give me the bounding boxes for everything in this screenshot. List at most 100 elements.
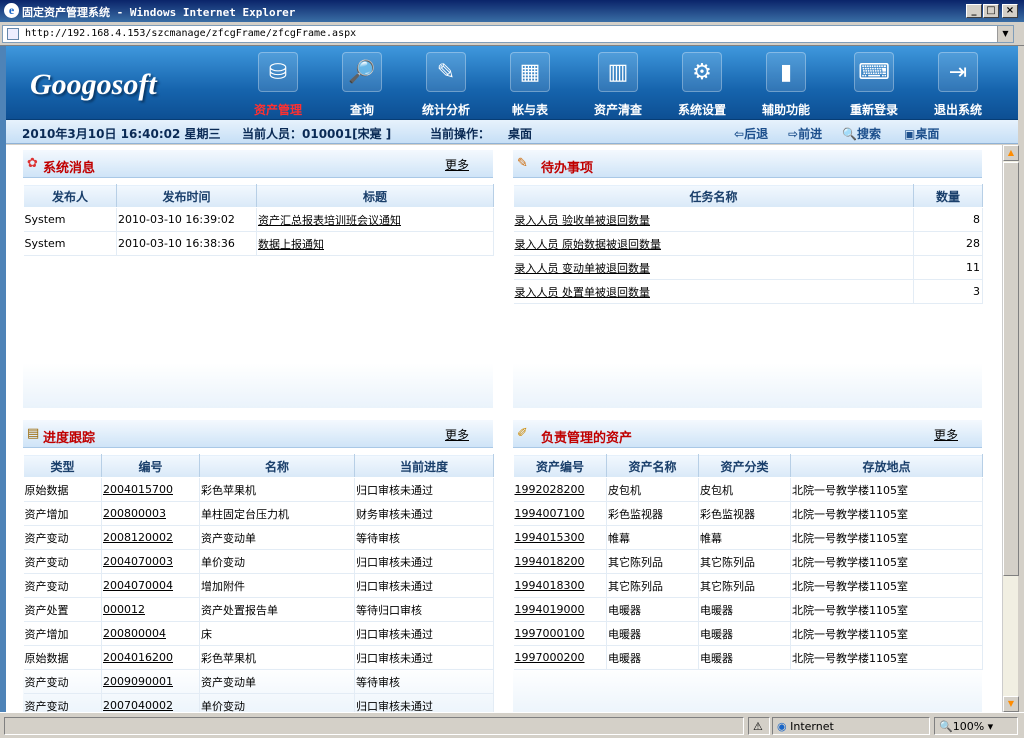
address-dropdown-icon[interactable]: ▼ [997, 26, 1013, 42]
nav-item-6[interactable]: ▮ 辅助功能 [746, 52, 826, 118]
vertical-scrollbar[interactable]: ▲ ▼ [1002, 145, 1019, 712]
zoom-level: 100% [952, 720, 985, 733]
assets-table: 资产编号 资产名称 资产分类 存放地点 1992028200 皮包机 皮包机 北院一号教学楼1… [513, 454, 983, 670]
todo-panel: ✎ 待办事项 任务名称 数量 录入人员 验收单被退回数量 8 录入人员 原始数据被退回数… [513, 150, 983, 408]
row-link[interactable]: 2004015700 [103, 483, 173, 496]
row-link[interactable]: 录入人员 变动单被退回数量 [515, 262, 651, 275]
table-cell: 1994019000 [513, 597, 607, 622]
assets-more-link[interactable]: 更多 [934, 426, 958, 443]
security-icon: ⚠ [748, 717, 770, 735]
back-button[interactable]: ⇦后退 [734, 125, 768, 142]
assets-icon: ⛁ [258, 52, 298, 92]
nav-label: 帐与表 [511, 103, 548, 117]
nav-item-7[interactable]: ⌨ 重新登录 [834, 52, 914, 118]
search-button[interactable]: 🔍搜索 [842, 125, 881, 142]
row-link[interactable]: 2007040002 [103, 699, 173, 712]
table-cell: 彩色监视器 [606, 501, 699, 526]
zone-cell: ◉ Internet [772, 717, 930, 735]
nav-item-1[interactable]: 🔎 查询 [322, 52, 402, 118]
row-link[interactable]: 1994018300 [515, 579, 585, 592]
nav-item-3[interactable]: ▦ 帐与表 [490, 52, 570, 118]
row-link[interactable]: 录入人员 处置单被退回数量 [515, 286, 651, 299]
scroll-down-icon[interactable]: ▼ [1003, 696, 1019, 712]
column-header: 名称 [199, 454, 355, 478]
progress-more-link[interactable]: 更多 [445, 426, 469, 443]
table-cell: 28 [913, 231, 983, 256]
table-row: 录入人员 处置单被退回数量 3 [513, 279, 983, 304]
row-link[interactable]: 数据上报通知 [258, 238, 324, 251]
row-link[interactable]: 1994019000 [515, 603, 585, 616]
column-header: 数量 [913, 184, 983, 208]
row-link[interactable]: 2004016200 [103, 651, 173, 664]
row-link[interactable]: 200800004 [103, 627, 166, 640]
content-area: ✿ 系统消息 更多 发布人 发布时间 标题 System 2010-03-10 16:3… [6, 145, 1002, 712]
table-cell: 增加附件 [199, 573, 355, 598]
forward-button[interactable]: ⇨前进 [788, 125, 822, 142]
table-cell: 录入人员 验收单被退回数量 [513, 207, 914, 232]
table-cell: 北院一号教学楼1105室 [790, 645, 983, 670]
nav-item-2[interactable]: ✎ 统计分析 [406, 52, 486, 118]
table-cell: 电暖器 [698, 621, 791, 646]
nav-item-0[interactable]: ⛁ 资产管理 [238, 52, 318, 118]
nav-label: 统计分析 [421, 103, 470, 117]
maximize-button[interactable]: □ [983, 4, 999, 18]
column-header: 资产编号 [513, 454, 607, 478]
row-link[interactable]: 200800003 [103, 507, 166, 520]
row-link[interactable]: 2004070003 [103, 555, 173, 568]
exit-icon: ⇥ [938, 52, 978, 92]
row-link[interactable]: 资产汇总报表培训班会议通知 [258, 214, 401, 227]
column-header: 标题 [256, 184, 494, 208]
scroll-thumb[interactable] [1003, 162, 1019, 576]
desktop-icon: ▣ [904, 127, 916, 141]
row-link[interactable]: 1994007100 [515, 507, 585, 520]
table-cell: 资产处置报告单 [199, 597, 355, 622]
row-link[interactable]: 1994018200 [515, 555, 585, 568]
zoom-icon: 🔍 [939, 720, 953, 733]
row-link[interactable]: 2009090001 [103, 675, 173, 688]
table-row: 资产变动 2008120002 资产变动单 等待审核 [23, 525, 494, 550]
row-link[interactable]: 000012 [103, 603, 145, 616]
table-cell: 资产变动单 [199, 525, 355, 550]
row-link[interactable]: 1997000200 [515, 651, 585, 664]
table-cell: 1994018300 [513, 573, 607, 598]
table-cell: 彩色苹果机 [199, 645, 355, 670]
row-link[interactable]: 1997000100 [515, 627, 585, 640]
table-cell: 原始数据 [23, 477, 102, 502]
todo-title: 待办事项 [541, 161, 594, 176]
minimize-button[interactable]: _ [966, 4, 982, 18]
zoom-control[interactable]: 🔍100% ▾ [934, 717, 1018, 735]
table-cell: 床 [199, 621, 355, 646]
assets-title: 负责管理的资产 [541, 431, 633, 446]
address-input[interactable]: http://192.168.4.153/szcmanage/zfcgFrame… [2, 25, 1014, 43]
assets-panel-icon: ✐ [517, 426, 528, 441]
row-link[interactable]: 2008120002 [103, 531, 173, 544]
row-link[interactable]: 1994015300 [515, 531, 585, 544]
row-link[interactable]: 录入人员 验收单被退回数量 [515, 214, 651, 227]
table-cell: 2004016200 [101, 645, 200, 670]
nav-label: 辅助功能 [761, 103, 810, 117]
table-cell: 2008120002 [101, 525, 200, 550]
table-cell: 归口审核未通过 [354, 645, 494, 670]
row-link[interactable]: 录入人员 原始数据被退回数量 [515, 238, 662, 251]
table-cell: System [23, 207, 117, 232]
window-title: 固定资产管理系统 - Windows Internet Explorer [22, 6, 296, 19]
nav-item-8[interactable]: ⇥ 退出系统 [918, 52, 998, 118]
row-link[interactable]: 2004070004 [103, 579, 173, 592]
table-cell: 电暖器 [606, 645, 699, 670]
messages-more-link[interactable]: 更多 [445, 156, 469, 173]
desktop-button[interactable]: ▣桌面 [904, 125, 939, 142]
table-row: System 2010-03-10 16:39:02 资产汇总报表培训班会议通知 [23, 207, 494, 232]
assets-panel-header: ✐ 负责管理的资产 更多 [513, 420, 982, 448]
column-header: 编号 [101, 454, 200, 478]
table-cell: 电暖器 [698, 645, 791, 670]
app-header: Googosoft ⛁ 资产管理 🔎 查询 ✎ 统计分析 ▦ 帐与表 ▥ 资产清查 ⚙ 系统设置 ▮ 辅助… [6, 46, 1018, 120]
nav-item-4[interactable]: ▥ 资产清查 [578, 52, 658, 118]
table-cell: 资产变动 [23, 573, 102, 598]
table-row: 资产变动 2007040002 单价变动 归口审核未通过 [23, 693, 494, 712]
nav-item-5[interactable]: ⚙ 系统设置 [662, 52, 742, 118]
close-button[interactable]: × [1002, 4, 1018, 18]
scroll-up-icon[interactable]: ▲ [1003, 145, 1019, 161]
column-header: 任务名称 [513, 184, 914, 208]
row-link[interactable]: 1992028200 [515, 483, 585, 496]
table-cell: 2010-03-10 16:38:36 [116, 231, 257, 256]
